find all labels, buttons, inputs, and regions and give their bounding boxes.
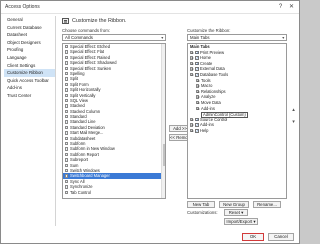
expand-toggle-icon[interactable]: ⊞	[190, 67, 194, 71]
expand-toggle-icon[interactable]: ⊞	[196, 78, 200, 82]
command-icon	[64, 50, 69, 54]
command-label: Tab Control	[70, 189, 91, 195]
expand-toggle-icon[interactable]: ⊞	[190, 61, 194, 65]
tab-checkbox[interactable]: ✓	[195, 61, 199, 66]
command-icon	[64, 174, 69, 178]
command-icon	[64, 147, 69, 151]
command-icon	[64, 179, 69, 184]
tree-item[interactable]: ⊞ ✓ Help	[188, 128, 286, 134]
command-icon	[64, 125, 69, 130]
expand-toggle-icon[interactable]: ⊟	[190, 72, 194, 77]
command-icon	[64, 152, 69, 157]
help-icon[interactable]: ?	[276, 3, 285, 11]
nav-item[interactable]: Object Designers	[4, 39, 55, 47]
command-icon	[64, 55, 69, 60]
expand-toggle-icon[interactable]: ⊞	[196, 89, 200, 93]
ribbon-tree[interactable]: Main Tabs ⊞ ✓ Print Preview ⊞ ✓ Home ⊞ ✓ Create ⊞…	[187, 43, 287, 199]
chevron-down-icon: ▼	[160, 36, 164, 40]
page-title: Customize the Ribbon.	[72, 18, 127, 24]
command-icon	[64, 98, 69, 103]
close-icon[interactable]: ✕	[287, 3, 296, 11]
new-group-button[interactable]: New Group	[219, 201, 249, 208]
nav-item[interactable]: Proofing	[4, 46, 55, 54]
nav-item[interactable]: Datasheet	[4, 31, 55, 39]
window-title: Access Options	[5, 4, 40, 10]
customizations-label: Customizations:	[187, 210, 218, 215]
tab-checkbox[interactable]: ✓	[195, 50, 199, 55]
nav-item[interactable]: Current Database	[4, 24, 55, 32]
choose-commands-value: All Commands	[65, 35, 93, 40]
expand-toggle-icon[interactable]: ⊞	[196, 84, 200, 88]
customize-ribbon-panel: Customize the Ribbon. Choose commands fr…	[59, 16, 299, 228]
command-icon	[64, 77, 69, 81]
command-icon	[64, 131, 69, 135]
commands-list[interactable]: Special Effect: Etched Special Effect: Fl…	[62, 43, 166, 199]
nav-item[interactable]: Quick Access Toolbar	[4, 77, 55, 85]
command-icon	[64, 142, 69, 146]
reset-button[interactable]: Reset ▾	[224, 209, 248, 216]
command-icon	[64, 190, 69, 194]
ribbon-tabs-select[interactable]: Main Tabs ▼	[187, 34, 287, 41]
command-icon	[64, 115, 69, 119]
tab-checkbox[interactable]: ✓	[195, 117, 199, 122]
nav-item[interactable]: Client Settings	[4, 62, 55, 70]
tab-checkbox[interactable]: ✓	[195, 123, 199, 127]
cancel-button[interactable]: Cancel	[268, 233, 294, 241]
command-icon	[64, 104, 69, 108]
title-bar: Access Options ? ✕	[1, 1, 299, 14]
command-icon	[64, 168, 69, 173]
expand-toggle-icon[interactable]: ⊞	[190, 117, 194, 121]
command-icon	[64, 93, 69, 97]
tab-checkbox[interactable]: ✓	[195, 67, 199, 71]
expand-toggle-icon[interactable]: ⊞	[190, 123, 194, 127]
list-item[interactable]: Tab Control	[63, 190, 165, 195]
command-icon	[64, 61, 69, 65]
rename-button[interactable]: Rename...	[253, 201, 281, 208]
expand-toggle-icon[interactable]: ⊞	[196, 106, 200, 110]
expand-toggle-icon[interactable]: ⊞	[196, 95, 200, 99]
command-icon	[64, 185, 69, 189]
command-icon	[64, 71, 69, 76]
command-icon	[64, 136, 69, 141]
command-icon	[64, 109, 69, 114]
choose-commands-label: Choose commands from:	[62, 28, 111, 33]
tab-checkbox[interactable]: ✓	[195, 72, 199, 77]
command-icon	[64, 120, 69, 124]
new-tab-button[interactable]: New Tab	[187, 201, 215, 208]
move-up-button[interactable]: ▲	[290, 106, 297, 113]
options-nav: General Current Database Datasheet Object D…	[4, 16, 56, 226]
command-icon	[64, 66, 69, 70]
expand-toggle-icon[interactable]: ⊞	[190, 128, 194, 133]
move-down-button[interactable]: ▼	[290, 118, 297, 125]
expand-toggle-icon[interactable]: ⊞	[196, 100, 200, 105]
command-icon	[64, 88, 69, 92]
commands-scrollbar[interactable]	[161, 44, 165, 198]
nav-item[interactable]: General	[4, 16, 55, 24]
command-icon	[64, 82, 69, 87]
customize-ribbon-icon	[62, 18, 69, 24]
access-options-dialog: Access Options ? ✕ General Current Databa…	[0, 0, 300, 244]
command-icon	[64, 45, 69, 49]
nav-item[interactable]: Trust Center	[4, 92, 55, 100]
command-icon	[64, 158, 69, 162]
nav-item[interactable]: Language	[4, 54, 55, 62]
command-icon	[64, 163, 69, 167]
ribbon-tabs-value: Main Tabs	[190, 35, 210, 40]
tab-checkbox[interactable]: ✓	[195, 56, 199, 60]
commands-scroll-thumb[interactable]	[162, 144, 165, 166]
expand-toggle-icon[interactable]: ⊞	[190, 56, 194, 60]
tab-checkbox[interactable]: ✓	[195, 128, 199, 133]
expand-toggle-icon[interactable]: ⊞	[190, 50, 194, 54]
choose-commands-select[interactable]: All Commands ▼	[62, 34, 166, 41]
ok-button[interactable]: OK	[242, 233, 264, 241]
tree-item-label: Help	[200, 127, 209, 133]
nav-item[interactable]: Customize Ribbon	[4, 69, 55, 77]
chevron-down-icon: ▼	[281, 36, 285, 40]
nav-item[interactable]: Add-ins	[4, 84, 55, 92]
customize-ribbon-label: Customize the Ribbon:	[187, 28, 231, 33]
import-export-button[interactable]: Import/Export ▾	[224, 218, 258, 225]
